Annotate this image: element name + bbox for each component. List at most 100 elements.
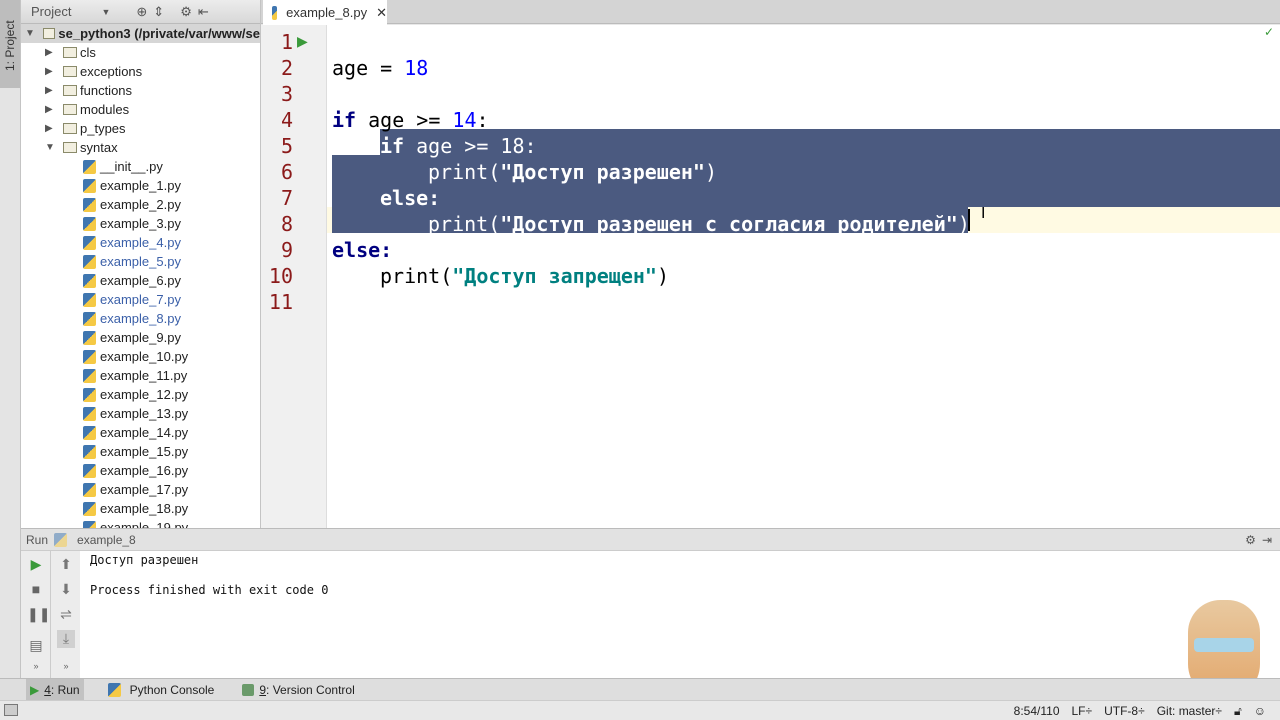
tree-file[interactable]: example_10.py [21, 347, 260, 366]
run-icon: ▶ [30, 682, 40, 697]
collapse-icon[interactable]: ⇕ [153, 4, 164, 20]
tree-folder[interactable]: ▶ functions [21, 81, 260, 100]
project-tool-tab-label: 1: Project [3, 20, 17, 71]
tree-file[interactable]: example_14.py [21, 423, 260, 442]
line-number: 11 [268, 290, 293, 314]
tree-file[interactable]: example_19.py [21, 518, 260, 528]
arrow-down-icon[interactable]: ⬇ [57, 581, 75, 599]
arrow-up-icon[interactable]: ⬆ [57, 556, 75, 574]
soft-wrap-icon[interactable]: ⇌ [57, 606, 75, 624]
tab-version-control[interactable]: 9: Version Control [238, 679, 358, 701]
toggle-tool-windows-icon[interactable] [4, 704, 18, 716]
tree-file[interactable]: example_4.py [21, 233, 260, 252]
file-label: example_13.py [100, 406, 189, 421]
python-file-icon [83, 311, 96, 326]
layout-icon[interactable]: ▤ [27, 637, 45, 655]
pause-icon[interactable]: ❚❚ [27, 606, 50, 624]
console-line: Доступ разрешен [90, 553, 199, 567]
tree-file[interactable]: example_17.py [21, 480, 260, 499]
close-icon[interactable]: ✕ [376, 5, 387, 21]
python-file-icon [83, 292, 96, 307]
file-label: example_18.py [100, 501, 189, 516]
python-file-icon [83, 482, 96, 497]
line-number: 1 [280, 30, 293, 54]
tree-root[interactable]: ▼ se_python3 (/private/var/www/se [21, 24, 260, 43]
tab-example-8[interactable]: example_8.py ✕ [263, 0, 387, 25]
locate-icon[interactable]: ⊕ [136, 4, 147, 20]
tree-file[interactable]: example_16.py [21, 461, 260, 480]
run-toolbar-2: ⬆ ⬇ ⇌ ⤓ » [51, 551, 80, 678]
tab-run[interactable]: ▶ 4: Run [26, 678, 84, 701]
tree-file[interactable]: example_1.py [21, 176, 260, 195]
tree-file[interactable]: example_6.py [21, 271, 260, 290]
chevron-down-icon[interactable]: ▼ [101, 7, 110, 17]
python-file-icon [83, 349, 96, 364]
tree-file[interactable]: example_5.py [21, 252, 260, 271]
project-view-dropdown[interactable]: Project [31, 4, 71, 19]
file-label: example_16.py [100, 463, 189, 478]
root-label: se_python3 (/private/var/www/se [58, 26, 260, 41]
rerun-icon[interactable]: ▶ [27, 556, 45, 574]
tree-folder[interactable]: ▶ cls [21, 43, 260, 62]
tree-file[interactable]: example_3.py [21, 214, 260, 233]
folder-icon [42, 28, 56, 39]
line-separator[interactable]: LF÷ [1072, 704, 1093, 719]
python-file-icon [83, 159, 96, 174]
run-console[interactable]: Доступ разрешен Process finished with ex… [80, 551, 1280, 678]
tab-python-console[interactable]: Python Console [104, 679, 219, 701]
tool-window-bar: ▶ 4: Run Python Console 9: Version Contro… [0, 678, 1280, 701]
lock-icon[interactable]: 🔓︎ [1234, 704, 1242, 719]
file-label: example_19.py [100, 520, 189, 528]
hide-icon[interactable]: ⇥ [1262, 533, 1272, 547]
more-icon[interactable]: » [57, 661, 75, 679]
folder-label: exceptions [80, 64, 143, 79]
tree-file[interactable]: example_11.py [21, 366, 260, 385]
chevron-down-icon: ▼ [45, 142, 55, 153]
gear-icon[interactable]: ⚙ [1245, 533, 1256, 547]
tree-file[interactable]: example_2.py [21, 195, 260, 214]
inspection-ok-icon[interactable]: ✓ [1264, 25, 1274, 39]
tree-file[interactable]: example_13.py [21, 404, 260, 423]
chevron-right-icon: ▶ [45, 123, 53, 134]
tree-folder-syntax[interactable]: ▼ syntax [21, 138, 260, 157]
line-number: 9 [280, 238, 293, 262]
python-file-icon [83, 273, 96, 288]
run-gutter-icon[interactable]: ▶ [297, 33, 308, 50]
project-tool-tab[interactable]: 1: Project [0, 0, 20, 88]
code-line-10: print("Доступ запрещен") [380, 264, 669, 288]
file-label: example_6.py [100, 273, 181, 288]
folder-label: syntax [80, 140, 118, 155]
stop-icon[interactable]: ■ [27, 581, 45, 599]
folder-label: p_types [80, 121, 126, 136]
gear-icon[interactable]: ⚙ [180, 4, 192, 20]
encoding[interactable]: UTF-8÷ [1104, 704, 1145, 719]
tree-file[interactable]: example_7.py [21, 290, 260, 309]
python-file-icon [83, 197, 96, 212]
hide-panel-icon[interactable]: ⇤ [198, 4, 209, 20]
folder-icon [63, 47, 77, 58]
code-line-5: if age >= 18: [380, 134, 537, 158]
python-file-icon [83, 520, 96, 528]
inspector-icon[interactable]: ☺ [1254, 704, 1266, 719]
folder-label: functions [80, 83, 133, 98]
tree-file[interactable]: example_15.py [21, 442, 260, 461]
tree-file[interactable]: example_18.py [21, 499, 260, 518]
scroll-to-end-icon[interactable]: ⤓ [57, 630, 75, 648]
run-config-name: example_8 [77, 532, 136, 547]
more-icon[interactable]: » [27, 661, 45, 679]
tree-folder[interactable]: ▶ exceptions [21, 62, 260, 81]
project-panel-header: Project ▼ ⊕ ⇕ ⚙ ⇤ [21, 0, 260, 24]
tree-folder[interactable]: ▶ p_types [21, 119, 260, 138]
tree-file[interactable]: example_8.py [21, 309, 260, 328]
tree-file[interactable]: __init__.py [21, 157, 260, 176]
tree-folder[interactable]: ▶ modules [21, 100, 260, 119]
tree-file[interactable]: example_12.py [21, 385, 260, 404]
cursor-position[interactable]: 8:54/110 [1014, 704, 1060, 719]
python-file-icon [83, 387, 96, 402]
code-editor[interactable]: I age = 18 if age >= 14: if age >= 18: p… [327, 25, 1280, 528]
file-label: example_7.py [100, 292, 181, 307]
code-line-7: else: [380, 186, 441, 210]
tree-file[interactable]: example_9.py [21, 328, 260, 347]
git-branch[interactable]: Git: master÷ [1157, 704, 1222, 719]
